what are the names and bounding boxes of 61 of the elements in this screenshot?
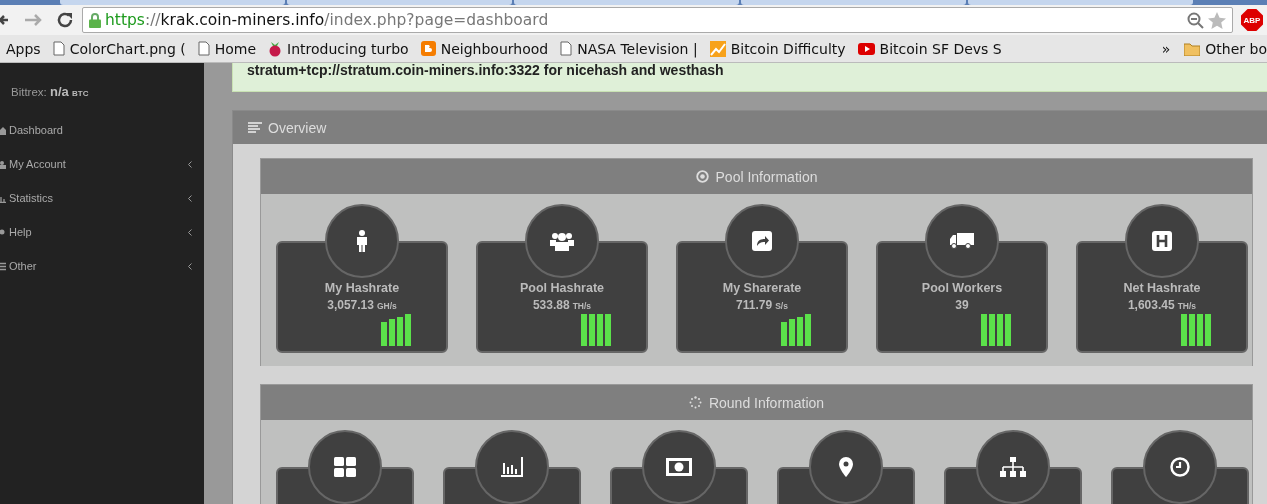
raspberry-icon bbox=[268, 40, 283, 57]
address-bar[interactable]: https://krak.coin-miners.info/index.php?page=dashboard bbox=[82, 7, 1233, 33]
bookmark[interactable]: Bitcoin SF Devs S bbox=[857, 40, 1002, 57]
stat-value: 533.88 TH/s bbox=[532, 298, 592, 312]
sidebar-menu-item[interactable]: Statistics bbox=[0, 181, 204, 215]
spinner-icon bbox=[688, 396, 702, 409]
back-arrow-icon[interactable] bbox=[0, 13, 8, 27]
stat-value: 711.79 S/s bbox=[736, 298, 788, 312]
reload-icon[interactable] bbox=[56, 11, 74, 29]
target-icon bbox=[695, 170, 709, 183]
video-play-icon bbox=[857, 42, 875, 55]
bookmark[interactable]: Bitcoin Difficulty bbox=[709, 40, 846, 57]
grid-icon bbox=[334, 457, 356, 477]
apps-shortcut[interactable]: Apps bbox=[6, 40, 41, 57]
panel-title: Overview bbox=[268, 119, 327, 136]
star-icon[interactable] bbox=[1208, 11, 1226, 29]
stat-title: Pool Hashrate bbox=[519, 281, 605, 295]
sidebar-menu-item[interactable]: Dashboard bbox=[0, 113, 204, 147]
adblock-badge[interactable]: ABP bbox=[1241, 9, 1263, 31]
bookmark[interactable]: Neighbourhood bbox=[420, 40, 549, 57]
more-bookmarks-button[interactable]: » bbox=[1161, 40, 1171, 57]
bookmark[interactable]: ColorChart.png ( bbox=[52, 40, 186, 57]
map-pin-icon bbox=[839, 457, 853, 477]
page-icon bbox=[52, 41, 65, 56]
bittrex-price: Bittrex: n/a BTC bbox=[10, 83, 90, 101]
sidebar-menu-item[interactable]: Help bbox=[0, 215, 204, 249]
blog-icon bbox=[420, 41, 436, 56]
bookmark[interactable]: Introducing turbo bbox=[268, 40, 409, 57]
other-bookmarks-folder[interactable]: Other bo bbox=[1184, 40, 1267, 57]
hospital-sign-icon bbox=[1152, 231, 1172, 251]
banknote-icon bbox=[666, 458, 692, 476]
stat-title: Net Hashrate bbox=[1123, 281, 1201, 295]
stat-value: 3,057.13 GH/s bbox=[327, 298, 397, 312]
stat-title: My Sharerate bbox=[722, 281, 802, 295]
zoom-out-icon[interactable] bbox=[1187, 11, 1204, 29]
folder-icon bbox=[1184, 41, 1201, 56]
sitemap-icon bbox=[1000, 457, 1026, 477]
bar-chart-icon bbox=[500, 457, 524, 477]
stat-title: Pool Workers bbox=[921, 281, 1003, 295]
stat-value: 39 bbox=[955, 298, 969, 312]
url-text: https://krak.coin-miners.info/index.php?page=dashboard bbox=[105, 11, 550, 29]
panel-title: Round Information bbox=[708, 394, 825, 411]
group-icon bbox=[550, 231, 574, 251]
clock-icon bbox=[1170, 457, 1190, 477]
bookmark[interactable]: NASA Television | bbox=[560, 40, 698, 57]
home-icon bbox=[0, 125, 6, 135]
page-icon bbox=[197, 41, 210, 56]
panel-title: Pool Information bbox=[715, 168, 818, 185]
sidebar-menu-item[interactable]: Other bbox=[0, 249, 204, 283]
sidebar-menu-item[interactable]: My Account bbox=[0, 147, 204, 181]
bookmark[interactable]: Home bbox=[197, 40, 257, 57]
person-icon bbox=[357, 230, 367, 252]
trend-chart-icon bbox=[709, 40, 726, 57]
stat-title: My Hashrate bbox=[324, 281, 400, 295]
lock-icon bbox=[89, 12, 101, 28]
list-icon bbox=[0, 261, 6, 271]
text-lines-icon bbox=[248, 122, 262, 133]
truck-icon bbox=[950, 233, 974, 249]
alert-text: stratum+tcp://stratum.coin-miners.info:3322 for nicehash and westhash bbox=[247, 63, 724, 78]
page-icon bbox=[560, 41, 573, 56]
stat-value: 1,603.45 TH/s bbox=[1127, 298, 1197, 312]
